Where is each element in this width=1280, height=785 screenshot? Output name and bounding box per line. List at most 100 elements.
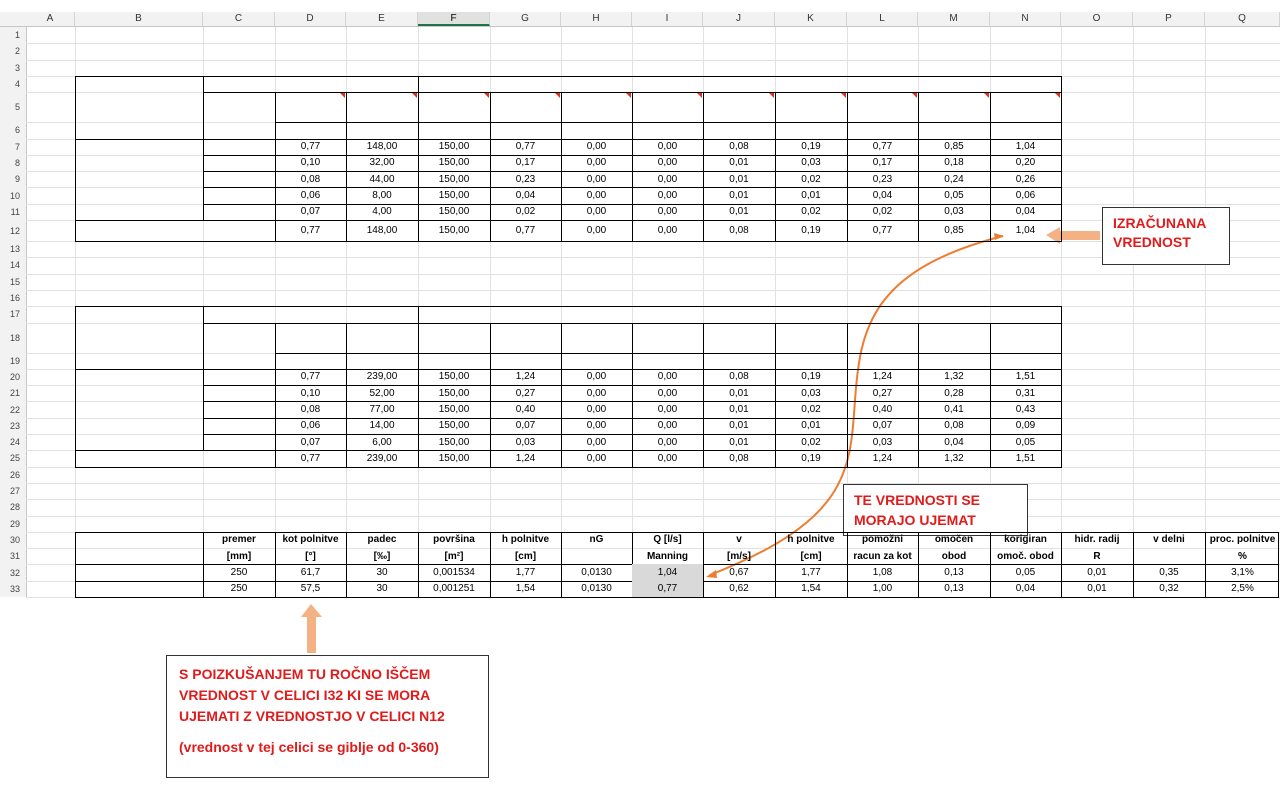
table2-cell[interactable]: 239,00 (346, 369, 418, 385)
column-header-k[interactable]: K (775, 12, 847, 26)
column-header-b[interactable]: B (75, 12, 203, 26)
row-header-20[interactable]: 20 (0, 369, 26, 385)
table1-cell[interactable]: 0,00 (561, 139, 632, 155)
table2-cell[interactable]: 0,27 (490, 385, 561, 401)
table3-cell[interactable]: 30 (346, 564, 418, 580)
row-header-7[interactable]: 7 (0, 139, 26, 155)
table1-cell[interactable]: 0,04 (990, 204, 1061, 220)
table3-cell[interactable]: 1,77 (490, 564, 561, 580)
table2-cell[interactable]: 1,24 (847, 450, 918, 466)
table1-cell[interactable]: 150,00 (418, 187, 490, 203)
table1-cell[interactable]: 0,19 (775, 139, 847, 155)
table1-cell[interactable]: 32,00 (346, 155, 418, 171)
row-header-2[interactable]: 2 (0, 43, 26, 59)
column-header-i[interactable]: I (632, 12, 703, 26)
table2-cell[interactable]: 1,51 (990, 450, 1061, 466)
row-header-5[interactable]: 5 (0, 92, 26, 122)
table2-cell[interactable]: 0,07 (847, 418, 918, 434)
table2-cell[interactable]: 1,24 (490, 369, 561, 385)
table1-cell[interactable]: 0,85 (918, 220, 990, 241)
table1-cell[interactable]: 0,00 (632, 171, 703, 187)
table1-cell[interactable]: 0,00 (632, 139, 703, 155)
table3-cell[interactable]: 250 (203, 581, 275, 597)
table2-cell[interactable]: 0,03 (775, 385, 847, 401)
table1-cell[interactable]: 150,00 (418, 204, 490, 220)
table2-cell[interactable]: 0,00 (561, 434, 632, 450)
table1-cell[interactable]: 0,02 (847, 204, 918, 220)
table1-cell[interactable]: 150,00 (418, 139, 490, 155)
row-header-29[interactable]: 29 (0, 516, 26, 532)
table2-cell[interactable]: 239,00 (346, 450, 418, 466)
table1-cell[interactable]: 0,00 (632, 155, 703, 171)
row-header-14[interactable]: 14 (0, 257, 26, 273)
table2-cell[interactable]: 0,03 (490, 434, 561, 450)
column-header-e[interactable]: E (346, 12, 418, 26)
table2-cell[interactable]: 0,19 (775, 450, 847, 466)
row-header-26[interactable]: 26 (0, 467, 26, 483)
table3-cell[interactable]: 0,0130 (561, 564, 632, 580)
table1-cell[interactable]: 0,17 (490, 155, 561, 171)
column-header-c[interactable]: C (203, 12, 275, 26)
table2-cell[interactable]: 0,01 (703, 385, 775, 401)
column-header-f[interactable]: F (418, 12, 490, 26)
table3-cell[interactable]: 0,35 (1133, 564, 1205, 580)
table2-cell[interactable]: 0,08 (703, 450, 775, 466)
table2-cell[interactable]: 0,41 (918, 401, 990, 417)
table3-cell[interactable]: 1,54 (775, 581, 847, 597)
table2-cell[interactable]: 0,00 (561, 450, 632, 466)
cell-i33[interactable]: 0,77 (632, 580, 703, 597)
table1-cell[interactable]: 0,04 (490, 187, 561, 203)
table1-cell[interactable]: 0,00 (632, 204, 703, 220)
row-header-30[interactable]: 30 (0, 532, 26, 548)
table1-cell[interactable]: 0,00 (632, 220, 703, 241)
table1-cell[interactable]: 0,00 (561, 155, 632, 171)
row-header-27[interactable]: 27 (0, 483, 26, 499)
table1-cell[interactable]: 0,01 (703, 155, 775, 171)
table2-cell[interactable]: 0,07 (275, 434, 346, 450)
table3-cell[interactable]: 0,04 (990, 581, 1061, 597)
row-header-1[interactable]: 1 (0, 27, 26, 43)
table1-cell[interactable]: 1,04 (990, 220, 1061, 241)
table2-cell[interactable]: 0,43 (990, 401, 1061, 417)
row-header-18[interactable]: 18 (0, 323, 26, 353)
table2-cell[interactable]: 0,02 (775, 401, 847, 417)
table3-cell[interactable]: 0,13 (918, 564, 990, 580)
table3-cell[interactable]: 3,1% (1205, 564, 1280, 580)
table1-cell[interactable]: 0,00 (561, 187, 632, 203)
table2-cell[interactable]: 0,00 (632, 450, 703, 466)
table1-cell[interactable]: 0,23 (490, 171, 561, 187)
row-header-22[interactable]: 22 (0, 401, 26, 417)
table1-cell[interactable]: 0,01 (703, 204, 775, 220)
column-header-h[interactable]: H (561, 12, 632, 26)
table1-cell[interactable]: 0,77 (847, 220, 918, 241)
column-header-o[interactable]: O (1061, 12, 1133, 26)
table2-cell[interactable]: 0,01 (775, 418, 847, 434)
table2-cell[interactable]: 0,00 (632, 434, 703, 450)
table3-cell[interactable]: 0,01 (1061, 564, 1133, 580)
table1-cell[interactable]: 8,00 (346, 187, 418, 203)
table3-cell[interactable]: 0,05 (990, 564, 1061, 580)
table1-cell[interactable]: 0,00 (561, 220, 632, 241)
table2-cell[interactable]: 6,00 (346, 434, 418, 450)
table1-cell[interactable]: 0,05 (918, 187, 990, 203)
row-header-12[interactable]: 12 (0, 220, 26, 241)
row-header-17[interactable]: 17 (0, 306, 26, 322)
table1-cell[interactable]: 0,03 (775, 155, 847, 171)
table2-cell[interactable]: 0,00 (561, 385, 632, 401)
row-header-32[interactable]: 32 (0, 564, 26, 580)
table1-cell[interactable]: 0,77 (275, 220, 346, 241)
table1-cell[interactable]: 0,04 (847, 187, 918, 203)
column-header-m[interactable]: M (918, 12, 990, 26)
table2-cell[interactable]: 0,19 (775, 369, 847, 385)
table1-cell[interactable]: 0,00 (561, 171, 632, 187)
table2-cell[interactable]: 0,77 (275, 450, 346, 466)
table1-cell[interactable]: 0,02 (490, 204, 561, 220)
table1-cell[interactable]: 0,26 (990, 171, 1061, 187)
table2-cell[interactable]: 0,08 (703, 369, 775, 385)
table2-cell[interactable]: 0,08 (275, 401, 346, 417)
column-header-d[interactable]: D (275, 12, 346, 26)
table1-cell[interactable]: 0,77 (275, 139, 346, 155)
table2-cell[interactable]: 0,40 (490, 401, 561, 417)
row-header-4[interactable]: 4 (0, 76, 26, 92)
table1-cell[interactable]: 0,19 (775, 220, 847, 241)
